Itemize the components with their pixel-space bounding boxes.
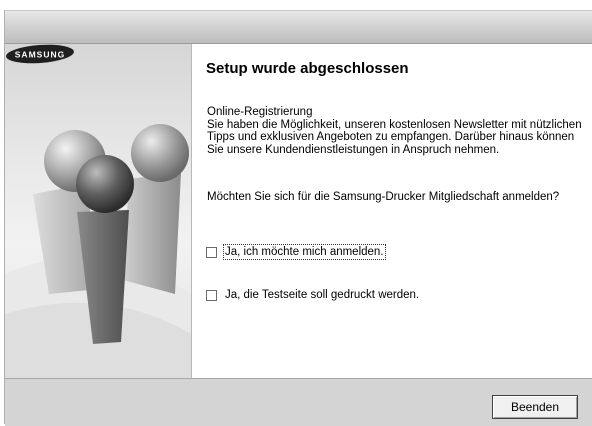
register-option-label[interactable]: Ja, ich möchte mich anmelden. bbox=[223, 244, 386, 260]
description-line: Online-Registrierung bbox=[207, 106, 313, 118]
register-option[interactable]: Ja, ich möchte mich anmelden. bbox=[206, 244, 386, 260]
description-line: Tipps und exklusiven Angeboten zu empfan… bbox=[207, 131, 575, 143]
finish-button[interactable]: Beenden bbox=[492, 395, 578, 419]
printer-figures-illustration bbox=[5, 124, 191, 378]
print-test-page-label[interactable]: Ja, die Testseite soll gedruckt werden. bbox=[225, 289, 419, 301]
page-title: Setup wurde abgeschlossen bbox=[206, 60, 409, 77]
registration-description: Online-Registrierung Sie haben die Mögli… bbox=[207, 106, 592, 156]
description-line: Sie unsere Kundendienstleistungen in Ans… bbox=[207, 143, 500, 156]
print-test-page-option[interactable]: Ja, die Testseite soll gedruckt werden. bbox=[206, 289, 419, 301]
illustration-panel: SAMSUNG bbox=[5, 44, 191, 378]
membership-question: Möchten Sie sich für die Samsung-Drucker… bbox=[207, 191, 560, 203]
button-bar: Beenden bbox=[5, 378, 592, 426]
main-content: Setup wurde abgeschlossen Online-Registr… bbox=[191, 44, 592, 378]
installer-window: SAMSUNG Setup wurde abgeschlossen Online… bbox=[4, 10, 592, 426]
description-line: Sie haben die Möglichkeit, unseren koste… bbox=[207, 118, 582, 131]
register-checkbox[interactable] bbox=[206, 246, 217, 258]
title-bar[interactable] bbox=[5, 11, 592, 44]
print-test-page-checkbox[interactable] bbox=[206, 289, 217, 301]
logo-text: SAMSUNG bbox=[15, 50, 65, 60]
samsung-logo: SAMSUNG bbox=[6, 44, 74, 64]
